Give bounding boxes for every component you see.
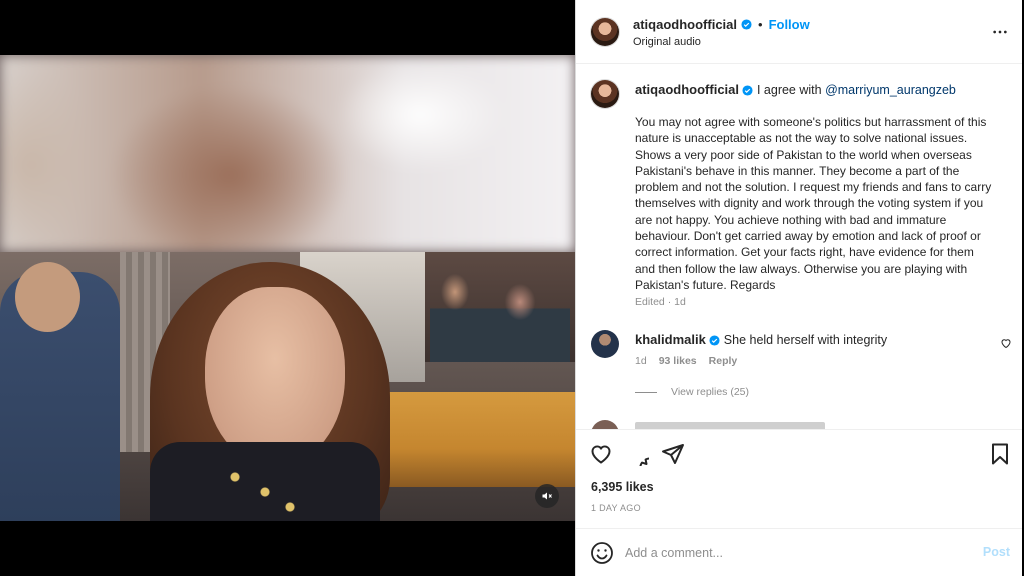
verified-badge-icon [709,335,720,346]
caption-avatar[interactable] [591,80,619,108]
caption-intro: I agree with [756,83,822,97]
emoji-icon[interactable] [590,541,614,565]
audio-link[interactable]: Original audio [633,36,701,48]
post-timestamp: 1 DAY AGO [591,503,641,513]
post-comment-button[interactable]: Post [983,545,1010,559]
post-details-panel: atiqaodhoofficial • Follow Original audi… [575,0,1024,576]
comment-username[interactable]: khalidmalik [635,332,706,347]
caption-meta: Edited · 1d [635,296,686,308]
follow-button[interactable]: Follow [769,17,810,32]
reply-button[interactable]: Reply [709,355,738,367]
comment-icon[interactable] [625,442,649,466]
avatar[interactable] [591,18,619,46]
caption-username[interactable]: atiqaodhoofficial [635,82,739,97]
comment-text: She held herself with integrity [723,333,888,347]
video-player[interactable] [0,55,575,521]
verified-badge-icon [741,19,752,30]
caption-mention-link[interactable]: @marriyum_aurangzeb [825,83,956,97]
view-replies-label: View replies (25) [671,386,750,398]
comment-item: khalidmalik She held herself with integr… [635,332,887,347]
caption-header: atiqaodhoofficial I agree with @marriyum… [635,82,956,98]
header-username[interactable]: atiqaodhoofficial [633,17,737,32]
comment-like-icon[interactable] [1000,337,1012,349]
comments-section[interactable]: atiqaodhoofficial I agree with @marriyum… [576,64,1024,429]
heart-icon[interactable] [589,442,613,466]
verified-badge-icon [742,85,754,96]
divider [635,391,657,393]
comment-avatar[interactable] [591,330,619,358]
comment-composer: Post [576,528,1024,576]
mute-icon [542,492,552,500]
likes-count[interactable]: 6,395 likes [591,480,654,494]
comment-likes[interactable]: 93 likes [659,355,697,367]
post-media[interactable] [0,0,575,576]
view-replies-button[interactable]: View replies (25) [635,386,749,398]
video-frame [0,252,575,521]
caption-text: You may not agree with someone's politic… [635,115,992,292]
bookmark-icon[interactable] [988,442,1012,466]
separator-dot: • [758,17,763,32]
video-blurred-background [0,55,575,252]
comment-time: 1d [635,355,647,367]
comment-input[interactable] [625,543,955,563]
partial-comment [591,420,1011,429]
comment-meta: 1d 93 likes Reply [635,355,737,367]
post-header: atiqaodhoofficial • Follow Original audi… [576,0,1024,64]
mute-button[interactable] [535,484,559,508]
more-options-icon[interactable] [992,25,1008,39]
share-icon[interactable] [661,442,685,466]
post-actions: 6,395 likes 1 DAY AGO [576,429,1024,513]
